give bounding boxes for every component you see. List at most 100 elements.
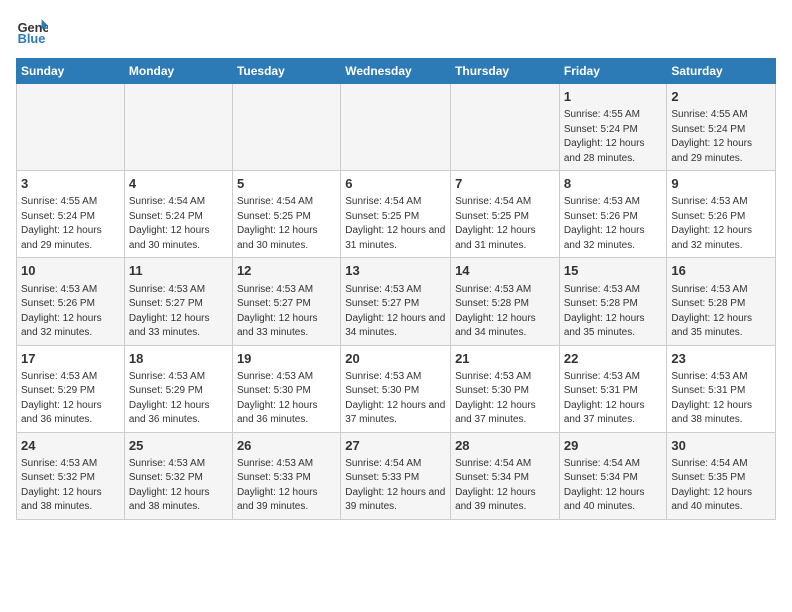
day-info: Sunrise: 4:53 AM Sunset: 5:31 PM Dayligh… (564, 370, 663, 428)
header: General Blue (16, 16, 776, 48)
day-info: Sunrise: 4:54 AM Sunset: 5:35 PM Dayligh… (671, 457, 771, 515)
header-row: SundayMondayTuesdayWednesdayThursdayFrid… (17, 59, 776, 84)
day-info: Sunrise: 4:53 AM Sunset: 5:28 PM Dayligh… (671, 283, 771, 341)
day-number: 11 (129, 262, 228, 280)
day-number: 28 (455, 437, 555, 455)
day-number: 10 (21, 262, 120, 280)
day-info: Sunrise: 4:53 AM Sunset: 5:26 PM Dayligh… (21, 283, 120, 341)
day-info: Sunrise: 4:53 AM Sunset: 5:28 PM Dayligh… (564, 283, 663, 341)
day-info: Sunrise: 4:53 AM Sunset: 5:30 PM Dayligh… (237, 370, 336, 428)
day-number: 13 (345, 262, 446, 280)
day-cell: 28Sunrise: 4:54 AM Sunset: 5:34 PM Dayli… (451, 432, 560, 519)
day-number: 9 (671, 175, 771, 193)
day-number: 24 (21, 437, 120, 455)
day-cell: 25 Sunrise: 4:53 AM Sunset: 5:32 PM Dayli… (124, 432, 232, 519)
day-info: Sunrise: 4:53 AM Sunset: 5:27 PM Dayligh… (345, 283, 446, 341)
calendar-header: SundayMondayTuesdayWednesdayThursdayFrid… (17, 59, 776, 84)
day-cell: 14 Sunrise: 4:53 AM Sunset: 5:28 PM Dayli… (451, 258, 560, 345)
day-number: 6 (345, 175, 446, 193)
day-number: 30 (671, 437, 771, 455)
svg-text:Blue: Blue (18, 31, 46, 46)
day-header-sunday: Sunday (17, 59, 125, 84)
day-number: 8 (564, 175, 663, 193)
calendar-body: 1 Sunrise: 4:55 AM Sunset: 5:24 PM Daylig… (17, 84, 776, 520)
day-info: Sunrise: 4:53 AM Sunset: 5:26 PM Dayligh… (564, 195, 663, 253)
day-info: Sunrise: 4:55 AM Sunset: 5:24 PM Dayligh… (21, 195, 120, 253)
day-info: Sunrise: 4:53 AM Sunset: 5:32 PM Dayligh… (129, 457, 228, 515)
day-cell: 21 Sunrise: 4:53 AM Sunset: 5:30 PM Dayli… (451, 345, 560, 432)
day-header-saturday: Saturday (667, 59, 776, 84)
day-number: 17 (21, 350, 120, 368)
day-number: 23 (671, 350, 771, 368)
day-cell: 29 Sunrise: 4:54 AM Sunset: 5:34 PM Dayli… (559, 432, 667, 519)
day-number: 7 (455, 175, 555, 193)
day-cell (17, 84, 125, 171)
day-info: Sunrise: 4:54 AM Sunset: 5:25 PM Dayligh… (345, 195, 446, 253)
day-info: Sunrise: 4:54 AM Sunset: 5:24 PM Dayligh… (129, 195, 228, 253)
day-number: 18 (129, 350, 228, 368)
day-number: 19 (237, 350, 336, 368)
day-number: 12 (237, 262, 336, 280)
day-info: Sunrise: 4:53 AM Sunset: 5:27 PM Dayligh… (237, 283, 336, 341)
day-number: 16 (671, 262, 771, 280)
day-info: Sunrise: 4:55 AM Sunset: 5:24 PM Dayligh… (564, 108, 663, 166)
day-cell: 15 Sunrise: 4:53 AM Sunset: 5:28 PM Dayli… (559, 258, 667, 345)
day-cell: 1 Sunrise: 4:55 AM Sunset: 5:24 PM Daylig… (559, 84, 667, 171)
day-header-wednesday: Wednesday (341, 59, 451, 84)
day-header-friday: Friday (559, 59, 667, 84)
page: General Blue SundayMondayTuesdayWednesda… (0, 0, 792, 536)
day-cell: 6 Sunrise: 4:54 AM Sunset: 5:25 PM Daylig… (341, 171, 451, 258)
day-number: 21 (455, 350, 555, 368)
day-cell: 27Sunrise: 4:54 AM Sunset: 5:33 PM Dayli… (341, 432, 451, 519)
day-info: Sunrise: 4:55 AM Sunset: 5:24 PM Dayligh… (671, 108, 771, 166)
day-cell (341, 84, 451, 171)
week-row-2: 3 Sunrise: 4:55 AM Sunset: 5:24 PM Daylig… (17, 171, 776, 258)
day-cell: 2 Sunrise: 4:55 AM Sunset: 5:24 PM Daylig… (667, 84, 776, 171)
week-row-4: 17 Sunrise: 4:53 AM Sunset: 5:29 PM Dayli… (17, 345, 776, 432)
day-cell: 9 Sunrise: 4:53 AM Sunset: 5:26 PM Daylig… (667, 171, 776, 258)
day-number: 14 (455, 262, 555, 280)
day-number: 2 (671, 88, 771, 106)
day-number: 20 (345, 350, 446, 368)
day-cell: 18 Sunrise: 4:53 AM Sunset: 5:29 PM Dayli… (124, 345, 232, 432)
day-number: 1 (564, 88, 663, 106)
day-cell: 19 Sunrise: 4:53 AM Sunset: 5:30 PM Dayli… (232, 345, 340, 432)
day-info: Sunrise: 4:54 AM Sunset: 5:33 PM Dayligh… (345, 457, 446, 515)
day-cell: 7 Sunrise: 4:54 AM Sunset: 5:25 PM Daylig… (451, 171, 560, 258)
day-cell: 12 Sunrise: 4:53 AM Sunset: 5:27 PM Dayli… (232, 258, 340, 345)
day-cell: 16 Sunrise: 4:53 AM Sunset: 5:28 PM Dayli… (667, 258, 776, 345)
day-cell (451, 84, 560, 171)
day-number: 3 (21, 175, 120, 193)
day-info: Sunrise: 4:53 AM Sunset: 5:28 PM Dayligh… (455, 283, 555, 341)
day-info: Sunrise: 4:53 AM Sunset: 5:30 PM Dayligh… (345, 370, 446, 428)
day-info: Sunrise: 4:53 AM Sunset: 5:32 PM Dayligh… (21, 457, 120, 515)
logo: General Blue (16, 16, 56, 48)
day-cell: 8 Sunrise: 4:53 AM Sunset: 5:26 PM Daylig… (559, 171, 667, 258)
day-number: 26 (237, 437, 336, 455)
day-header-thursday: Thursday (451, 59, 560, 84)
day-info: Sunrise: 4:53 AM Sunset: 5:26 PM Dayligh… (671, 195, 771, 253)
day-cell (232, 84, 340, 171)
day-cell: 30 Sunrise: 4:54 AM Sunset: 5:35 PM Dayli… (667, 432, 776, 519)
day-info: Sunrise: 4:53 AM Sunset: 5:30 PM Dayligh… (455, 370, 555, 428)
day-number: 29 (564, 437, 663, 455)
day-number: 15 (564, 262, 663, 280)
day-cell: 11Sunrise: 4:53 AM Sunset: 5:27 PM Dayli… (124, 258, 232, 345)
week-row-1: 1 Sunrise: 4:55 AM Sunset: 5:24 PM Daylig… (17, 84, 776, 171)
day-info: Sunrise: 4:54 AM Sunset: 5:25 PM Dayligh… (237, 195, 336, 253)
day-info: Sunrise: 4:53 AM Sunset: 5:29 PM Dayligh… (129, 370, 228, 428)
day-cell: 26Sunrise: 4:53 AM Sunset: 5:33 PM Dayli… (232, 432, 340, 519)
day-info: Sunrise: 4:54 AM Sunset: 5:34 PM Dayligh… (564, 457, 663, 515)
day-cell: 17 Sunrise: 4:53 AM Sunset: 5:29 PM Dayli… (17, 345, 125, 432)
week-row-5: 24 Sunrise: 4:53 AM Sunset: 5:32 PM Dayli… (17, 432, 776, 519)
day-number: 25 (129, 437, 228, 455)
day-info: Sunrise: 4:54 AM Sunset: 5:25 PM Dayligh… (455, 195, 555, 253)
day-info: Sunrise: 4:53 AM Sunset: 5:29 PM Dayligh… (21, 370, 120, 428)
day-info: Sunrise: 4:53 AM Sunset: 5:31 PM Dayligh… (671, 370, 771, 428)
day-cell (124, 84, 232, 171)
day-header-monday: Monday (124, 59, 232, 84)
day-number: 4 (129, 175, 228, 193)
day-number: 5 (237, 175, 336, 193)
day-header-tuesday: Tuesday (232, 59, 340, 84)
day-cell: 3 Sunrise: 4:55 AM Sunset: 5:24 PM Daylig… (17, 171, 125, 258)
